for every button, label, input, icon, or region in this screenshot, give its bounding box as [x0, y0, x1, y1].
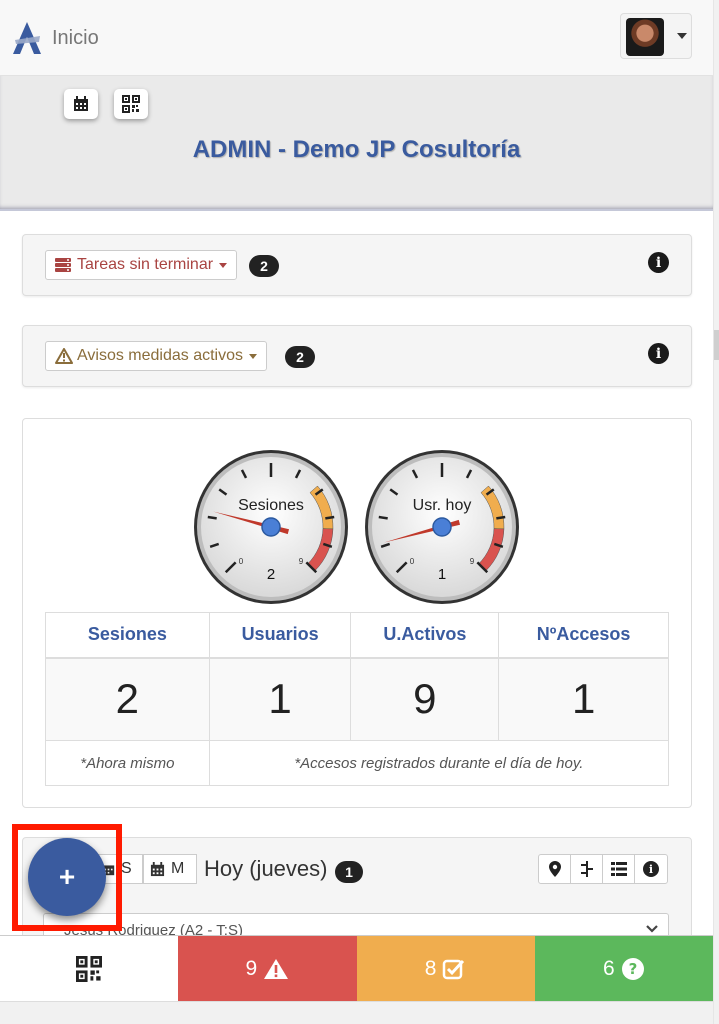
tasks-count: 8 — [424, 956, 437, 980]
gauge-max-label: 9 — [470, 557, 475, 566]
home-label: Inicio — [52, 26, 99, 49]
gauge-tick — [207, 515, 217, 520]
warnings-dropdown[interactable]: Avisos medidas activos — [45, 341, 267, 371]
timeline-button[interactable] — [571, 855, 603, 883]
agenda-title: Hoy (jueves) — [204, 856, 328, 881]
user-menu-button[interactable] — [620, 13, 692, 59]
gauge-label: Usr. hoy — [413, 497, 472, 514]
gauge-hub — [432, 517, 452, 537]
timeline-icon — [580, 861, 593, 877]
bottom-help-button[interactable]: 6 ? — [534, 936, 713, 1001]
check-square-icon — [443, 959, 465, 979]
warnings-count-badge: 2 — [285, 346, 315, 368]
warnings-dropdown-label: Avisos medidas activos — [77, 347, 243, 364]
list-view-button[interactable] — [603, 855, 635, 883]
bottom-alerts-button[interactable]: 9 — [178, 936, 357, 1001]
calendar-icon — [74, 96, 88, 111]
caret-down-icon — [219, 262, 228, 268]
question-circle-icon: ? — [621, 957, 644, 980]
month-view-label: M — [171, 860, 185, 877]
agenda-toolbar: i — [538, 854, 668, 884]
tasks-dropdown-label: Tareas sin terminar — [77, 256, 214, 273]
gauge-tick — [378, 515, 388, 520]
week-view-label: S — [121, 860, 132, 877]
scrollbar-thumb[interactable] — [714, 330, 719, 360]
calendar-icon — [150, 861, 165, 876]
gauge-tick — [325, 515, 335, 520]
users-today-gauge: 0 9 Usr. hoy 1 — [365, 450, 519, 604]
tasks-panel: Tareas sin terminar 2 i — [22, 234, 692, 296]
home-link[interactable]: Inicio — [10, 20, 99, 56]
add-button[interactable]: + — [28, 838, 106, 916]
server-icon — [55, 258, 71, 272]
tasks-count-badge: 2 — [249, 255, 279, 277]
header-accesses: NºAccesos — [498, 612, 669, 659]
gauge-max-label: 9 — [299, 557, 304, 566]
caret-down-icon — [249, 353, 257, 359]
header-active-users: U.Activos — [350, 612, 500, 659]
app-logo-icon — [13, 22, 41, 54]
warning-icon — [264, 958, 289, 979]
top-navbar: Inicio — [0, 0, 713, 76]
help-count: 6 — [603, 956, 615, 980]
bottom-strip — [0, 1001, 713, 1024]
sessions-gauge: 0 9 Sesiones 2 — [194, 450, 348, 604]
page-title: ADMIN - Demo JP Cosultoría — [192, 136, 521, 163]
gauge-min-label: 0 — [410, 557, 415, 566]
chevron-down-icon — [646, 925, 658, 933]
agenda-info-button[interactable]: i — [635, 855, 667, 883]
list-icon — [610, 862, 627, 876]
agenda-count-badge: 1 — [335, 861, 363, 883]
gauge-hub — [261, 517, 281, 537]
warnings-panel: Avisos medidas activos 2 i — [22, 325, 692, 387]
header-sessions: Sesiones — [45, 612, 210, 659]
tasks-dropdown[interactable]: Tareas sin terminar — [45, 250, 238, 280]
gauge-tick — [496, 515, 506, 520]
qrcode-icon — [76, 955, 103, 982]
avatar — [626, 18, 664, 56]
qrcode-icon — [122, 95, 140, 113]
gauge-value: 1 — [438, 566, 446, 583]
gauge-value: 2 — [267, 566, 275, 583]
note-now: *Ahora mismo — [45, 740, 210, 786]
gauge-min-label: 0 — [239, 557, 244, 566]
gauge-label: Sesiones — [238, 497, 304, 514]
map-marker-button[interactable] — [539, 855, 571, 883]
value-sessions: 2 — [45, 657, 210, 741]
chevron-down-icon — [677, 33, 687, 39]
stats-panel: 0 9 Sesiones 2 0 9 Usr. hoy 1 Sesiones Usuario… — [22, 418, 692, 808]
map-marker-icon — [548, 861, 561, 877]
bottom-qrcode-button[interactable] — [0, 936, 179, 1001]
info-icon[interactable]: i — [648, 343, 669, 364]
stats-table: Sesiones Usuarios U.Activos NºAccesos 2 … — [45, 612, 670, 786]
alerts-count: 9 — [245, 956, 258, 980]
value-users: 1 — [208, 657, 352, 741]
info-icon[interactable]: i — [648, 252, 669, 273]
calendar-button[interactable] — [64, 89, 98, 119]
svg-text:?: ? — [628, 960, 637, 978]
value-active-users: 9 — [350, 657, 500, 741]
bottom-tasks-button[interactable]: 8 — [356, 936, 535, 1001]
scrollbar[interactable] — [713, 0, 719, 1024]
value-accesses: 1 — [498, 657, 669, 741]
warning-icon — [55, 348, 73, 364]
info-icon: i — [643, 861, 659, 877]
bottom-bar: 9 8 6 ? — [0, 935, 713, 1001]
month-view-button[interactable]: M — [143, 854, 197, 884]
page-header: ADMIN - Demo JP Cosultoría — [0, 76, 713, 211]
note-today: *Accesos registrados durante el día de h… — [208, 740, 670, 786]
header-users: Usuarios — [208, 612, 352, 659]
qrcode-button[interactable] — [114, 89, 148, 119]
